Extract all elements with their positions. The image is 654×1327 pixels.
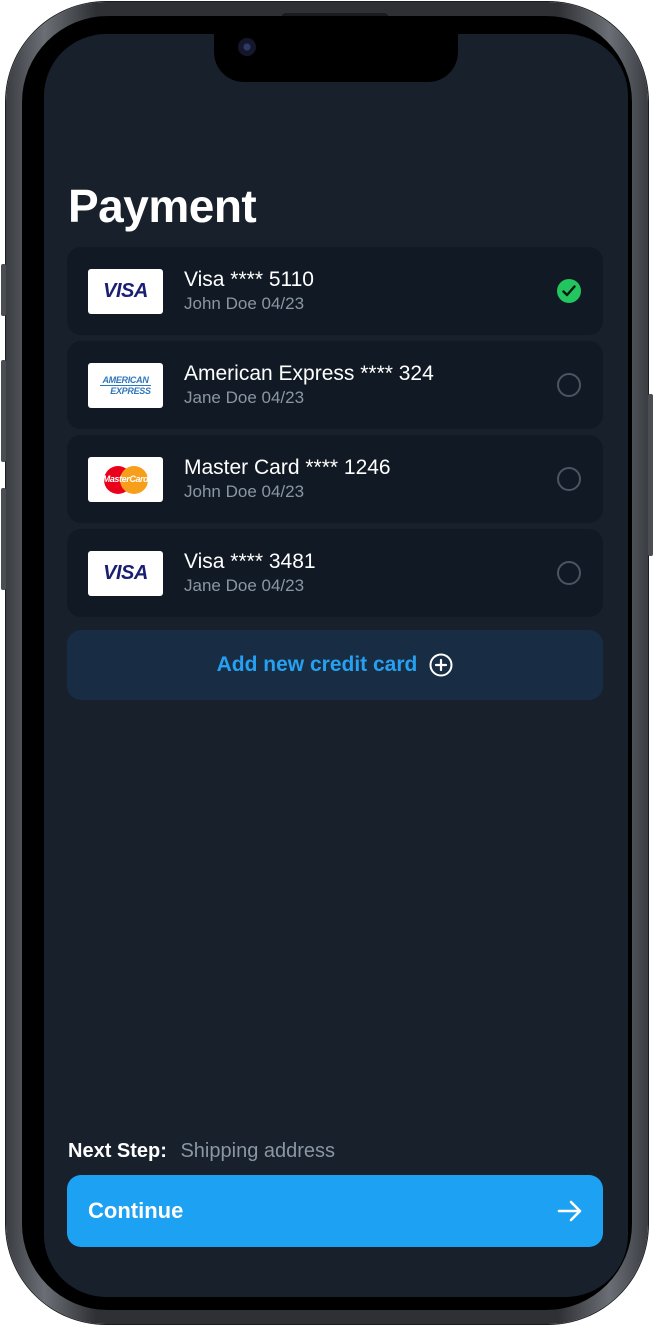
card-meta: Jane Doe 04/23 bbox=[184, 576, 305, 595]
add-credit-card-label: Add new credit card bbox=[216, 653, 418, 676]
next-step-label: Next Step: bbox=[68, 1140, 167, 1162]
power-button bbox=[648, 394, 653, 556]
page-title: Payment bbox=[68, 180, 257, 232]
card-meta: Jane Doe 04/23 bbox=[184, 388, 305, 407]
mastercard-logo-icon: MasterCard bbox=[88, 457, 163, 502]
camera-icon bbox=[238, 38, 256, 56]
card-meta: John Doe 04/23 bbox=[184, 294, 305, 313]
plus-circle-icon bbox=[429, 653, 453, 677]
amex-logo-icon: AMERICAN EXPRESS bbox=[88, 363, 163, 408]
radio-unselected-icon[interactable] bbox=[557, 373, 581, 397]
card-name: Visa **** 3481 bbox=[184, 550, 316, 573]
card-row-mastercard-1246[interactable]: MasterCard Master Card **** 1246 John Do… bbox=[67, 435, 603, 523]
notch bbox=[214, 34, 458, 82]
add-credit-card-button[interactable]: Add new credit card bbox=[67, 630, 603, 700]
card-name: Visa **** 5110 bbox=[184, 268, 314, 291]
mastercard-logo-text: MasterCard bbox=[102, 473, 149, 484]
screen: Payment VISA Visa **** 5110 John Doe 04/… bbox=[44, 34, 628, 1297]
volume-down-button bbox=[1, 488, 6, 590]
continue-button[interactable]: Continue bbox=[67, 1175, 603, 1247]
next-step-value: Shipping address bbox=[180, 1140, 336, 1162]
card-row-visa-5110[interactable]: VISA Visa **** 5110 John Doe 04/23 bbox=[67, 247, 603, 335]
phone-frame: Payment VISA Visa **** 5110 John Doe 04/… bbox=[1, 2, 653, 1324]
side-button bbox=[1, 264, 6, 316]
card-name: Master Card **** 1246 bbox=[184, 456, 391, 479]
card-row-visa-3481[interactable]: VISA Visa **** 3481 Jane Doe 04/23 bbox=[67, 529, 603, 617]
amex-logo-text-2: EXPRESS bbox=[110, 386, 151, 396]
card-row-amex-324[interactable]: AMERICAN EXPRESS American Express **** 3… bbox=[67, 341, 603, 429]
visa-logo-text: VISA bbox=[103, 562, 148, 584]
volume-up-button bbox=[1, 360, 6, 462]
radio-unselected-icon[interactable] bbox=[557, 467, 581, 491]
next-step: Next Step: Shipping address bbox=[68, 1140, 335, 1163]
selected-check-icon[interactable] bbox=[557, 279, 581, 303]
visa-logo-text: VISA bbox=[103, 280, 148, 302]
visa-logo-icon: VISA bbox=[88, 269, 163, 314]
visa-logo-icon: VISA bbox=[88, 551, 163, 596]
card-name: American Express **** 324 bbox=[184, 362, 434, 385]
continue-label: Continue bbox=[88, 1198, 184, 1223]
amex-logo-text-1: AMERICAN bbox=[100, 375, 151, 386]
card-meta: John Doe 04/23 bbox=[184, 482, 305, 501]
card-list: VISA Visa **** 5110 John Doe 04/23 AMERI… bbox=[67, 247, 603, 623]
radio-unselected-icon[interactable] bbox=[557, 561, 581, 585]
arrow-right-icon bbox=[557, 1200, 582, 1222]
